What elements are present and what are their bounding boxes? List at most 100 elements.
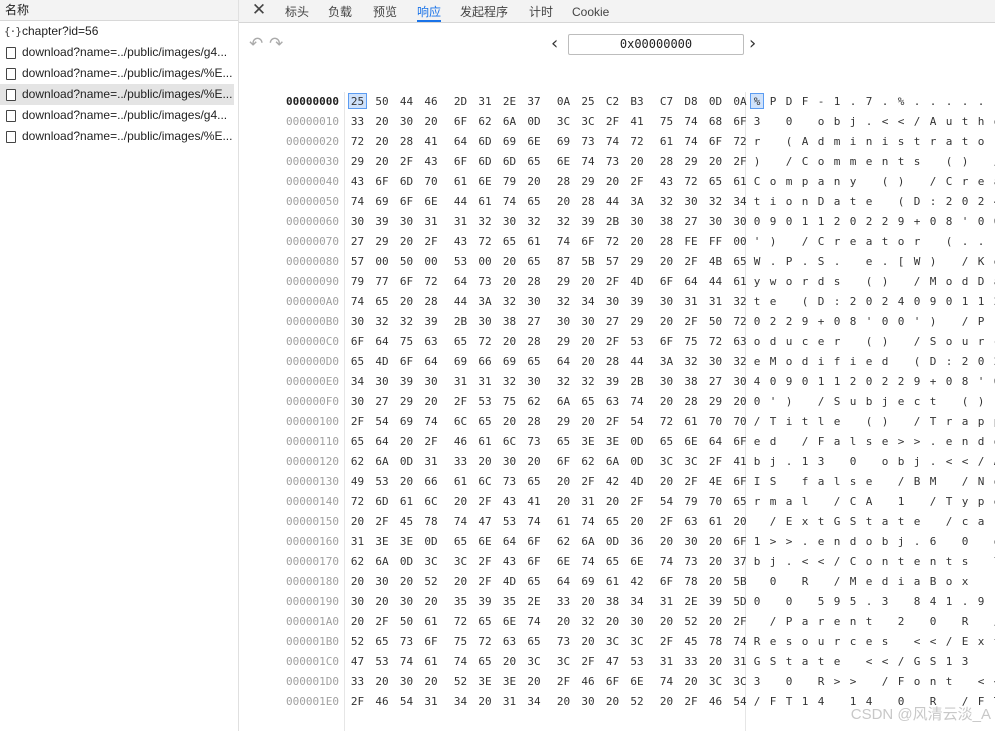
hex-byte[interactable]: 20 [554,612,573,632]
ascii-char[interactable]: F [798,92,812,112]
hex-byte[interactable]: 54 [373,412,392,432]
ascii-char[interactable]: 0 [958,532,972,552]
hex-byte[interactable]: 44 [603,192,622,212]
hex-byte[interactable]: 62 [525,392,544,412]
ascii-char[interactable]: 4 [750,372,764,392]
ascii-char[interactable]: 1 [814,212,828,232]
hex-byte[interactable]: 44 [397,92,416,112]
ascii-char[interactable]: 1 [942,652,956,672]
hex-byte[interactable]: 3C [579,112,598,132]
hex-byte[interactable]: 31 [682,292,701,312]
ascii-char[interactable]: j [846,112,860,132]
ascii-char[interactable]: n [830,172,844,192]
hex-byte[interactable]: 69 [500,132,519,152]
ascii-char[interactable]: < [990,672,995,692]
hex-byte[interactable]: 6F [397,352,416,372]
hex-byte[interactable]: 2F [682,252,701,272]
ascii-char[interactable]: ' [910,312,924,332]
hex-byte[interactable]: 61 [476,432,495,452]
ascii-char[interactable]: r [814,612,828,632]
ascii-char[interactable]: o [942,572,956,592]
ascii-char[interactable]: t [910,132,924,152]
hex-byte[interactable]: 20 [706,612,725,632]
ascii-char[interactable]: M [846,572,860,592]
hex-byte[interactable]: 20 [603,492,622,512]
ascii-char[interactable]: . [990,232,995,252]
hex-byte[interactable]: 20 [525,172,544,192]
ascii-char[interactable]: 1 [942,592,956,612]
ascii-char[interactable]: 4 [814,692,828,712]
ascii-char[interactable]: d [878,572,892,592]
ascii-char[interactable]: / [958,252,972,272]
hex-byte[interactable]: 20 [500,412,519,432]
hex-byte[interactable]: 29 [579,172,598,192]
hex-byte[interactable]: 65 [731,252,750,272]
hex-byte[interactable]: 47 [603,652,622,672]
ascii-char[interactable]: 2 [766,312,780,332]
ascii-char[interactable]: > [894,432,908,452]
hex-byte[interactable]: 31 [476,92,495,112]
ascii-char[interactable]: j [910,452,924,472]
ascii-char[interactable]: a [798,612,812,632]
hex-byte[interactable]: 72 [348,492,367,512]
ascii-char[interactable]: d [766,432,780,452]
hex-byte[interactable]: B3 [628,92,647,112]
hex-byte[interactable]: 38 [682,372,701,392]
hex-byte[interactable]: 65 [731,492,750,512]
hex-byte[interactable]: 75 [500,392,519,412]
tab-6[interactable]: Cookie [572,0,609,22]
hex-byte[interactable]: 41 [731,452,750,472]
ascii-char[interactable]: e [862,152,876,172]
ascii-char[interactable]: i [814,352,828,372]
ascii-char[interactable]: s [878,632,892,652]
hex-byte[interactable]: 39 [397,372,416,392]
hex-byte[interactable]: 6E [500,612,519,632]
ascii-char[interactable]: 1 [814,372,828,392]
hex-byte[interactable]: 20 [628,152,647,172]
request-list-header[interactable]: 名称 [0,0,238,21]
hex-byte[interactable]: 45 [397,512,416,532]
ascii-char[interactable]: p [974,492,988,512]
ascii-char[interactable]: < [910,632,924,652]
hex-byte[interactable]: 0D [628,452,647,472]
ascii-char[interactable]: d [766,332,780,352]
hex-byte[interactable]: 61 [422,612,441,632]
ascii-char[interactable]: a [830,432,844,452]
ascii-char[interactable]: 9 [894,212,908,232]
ascii-char[interactable]: h [974,112,988,132]
hex-byte[interactable]: 28 [554,172,573,192]
hex-byte[interactable]: 27 [348,232,367,252]
hex-byte[interactable]: 31 [657,652,676,672]
ascii-char[interactable]: A [862,492,876,512]
hex-byte[interactable]: 3C [682,452,701,472]
hex-byte[interactable]: 42 [603,472,622,492]
hex-byte[interactable]: 61 [603,572,622,592]
ascii-char[interactable]: t [814,652,828,672]
hex-byte[interactable]: 75 [397,332,416,352]
ascii-char[interactable]: s [894,132,908,152]
hex-byte[interactable]: 3E [500,672,519,692]
ascii-char[interactable]: r [974,332,988,352]
ascii-char[interactable]: l [846,432,860,452]
ascii-char[interactable]: t [862,512,876,532]
ascii-char[interactable]: 0 [750,592,764,612]
hex-byte[interactable]: 6F [579,232,598,252]
hex-byte[interactable]: 65 [554,432,573,452]
hex-byte[interactable]: 20 [628,232,647,252]
ascii-char[interactable]: d [958,272,972,292]
ascii-char[interactable]: f [830,352,844,372]
ascii-char[interactable]: o [862,532,876,552]
hex-byte[interactable]: 31 [451,212,470,232]
ascii-char[interactable]: / [878,672,892,692]
ascii-char[interactable]: s [862,432,876,452]
hex-byte[interactable]: 28 [525,412,544,432]
ascii-char[interactable]: i [766,192,780,212]
hex-byte[interactable]: 28 [525,332,544,352]
ascii-char[interactable]: / [814,392,828,412]
tab-1[interactable]: 负载 [328,0,352,22]
hex-byte[interactable]: 20 [422,112,441,132]
ascii-char[interactable]: r [958,172,972,192]
hex-byte[interactable]: 62 [579,452,598,472]
hex-byte[interactable]: 74 [731,632,750,652]
hex-byte[interactable]: 28 [525,272,544,292]
